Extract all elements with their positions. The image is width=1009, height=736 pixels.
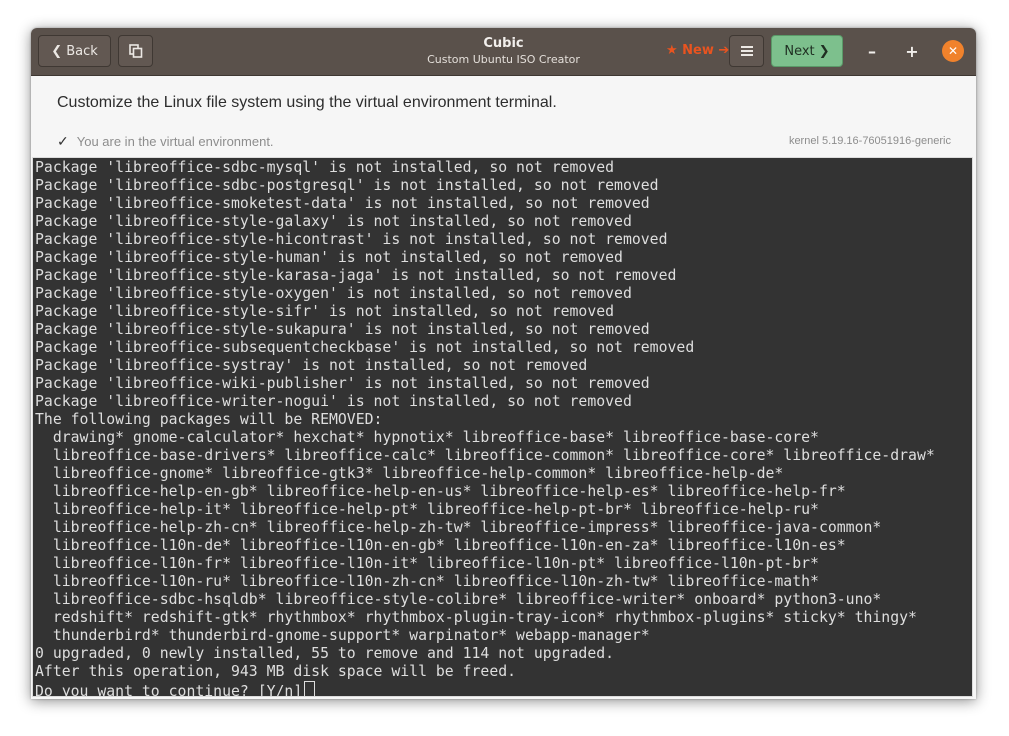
page-instruction: Customize the Linux file system using th… xyxy=(57,94,557,112)
minimize-icon: – xyxy=(868,42,876,61)
environment-status: ✓ You are in the virtual environment. xyxy=(57,133,274,150)
minimize-button[interactable]: – xyxy=(861,40,883,62)
virtual-environment-terminal[interactable]: Package 'libreoffice-sdbc-mysql' is not … xyxy=(32,157,973,697)
terminal-line: drawing* gnome-calculator* hexchat* hypn… xyxy=(35,429,972,447)
terminal-line: libreoffice-help-zh-cn* libreoffice-help… xyxy=(35,519,972,537)
terminal-line: libreoffice-l10n-de* libreoffice-l10n-en… xyxy=(35,537,972,555)
page-header: Customize the Linux file system using th… xyxy=(31,76,976,157)
app-subtitle: Custom Ubuntu ISO Creator xyxy=(371,52,636,68)
terminal-line: Package 'libreoffice-style-karasa-jaga' … xyxy=(35,267,972,285)
cubic-window: ❮ Back Cubic Custom Ubuntu ISO Creator ★… xyxy=(31,28,976,699)
copy-button[interactable] xyxy=(118,35,153,67)
headerbar: ❮ Back Cubic Custom Ubuntu ISO Creator ★… xyxy=(31,28,976,76)
next-button-label: Next ❯ xyxy=(784,44,829,59)
terminal-line: libreoffice-base-drivers* libreoffice-ca… xyxy=(35,447,972,465)
title-block: Cubic Custom Ubuntu ISO Creator xyxy=(371,35,636,68)
app-title: Cubic xyxy=(371,35,636,52)
terminal-output: Package 'libreoffice-sdbc-mysql' is not … xyxy=(35,158,972,697)
maximize-button[interactable]: + xyxy=(901,40,923,62)
terminal-line: Package 'libreoffice-subsequentcheckbase… xyxy=(35,339,972,357)
terminal-line: Package 'libreoffice-style-sifr' is not … xyxy=(35,303,972,321)
terminal-line: libreoffice-l10n-ru* libreoffice-l10n-zh… xyxy=(35,573,972,591)
maximize-icon: + xyxy=(905,42,918,61)
next-button[interactable]: Next ❯ xyxy=(771,35,843,67)
terminal-line: Package 'libreoffice-wiki-publisher' is … xyxy=(35,375,972,393)
terminal-line: Package 'libreoffice-style-human' is not… xyxy=(35,249,972,267)
terminal-line: Package 'libreoffice-sdbc-mysql' is not … xyxy=(35,159,972,177)
prompt-text: Do you want to continue? [Y/n] xyxy=(35,683,302,697)
terminal-line: thunderbird* thunderbird-gnome-support* … xyxy=(35,627,972,645)
new-project-link[interactable]: ★ New ➔ xyxy=(666,43,729,58)
check-icon: ✓ xyxy=(57,133,69,150)
terminal-line: Package 'libreoffice-style-oxygen' is no… xyxy=(35,285,972,303)
terminal-prompt: Do you want to continue? [Y/n] xyxy=(35,681,972,697)
back-button-label: ❮ Back xyxy=(51,44,98,59)
close-icon: ✕ xyxy=(948,44,958,58)
terminal-line: Package 'libreoffice-style-hicontrast' i… xyxy=(35,231,972,249)
terminal-line: Package 'libreoffice-smoketest-data' is … xyxy=(35,195,972,213)
close-button[interactable]: ✕ xyxy=(942,40,964,62)
terminal-line: libreoffice-sdbc-hsqldb* libreoffice-sty… xyxy=(35,591,972,609)
terminal-line: After this operation, 943 MB disk space … xyxy=(35,663,972,681)
terminal-line: redshift* redshift-gtk* rhythmbox* rhyth… xyxy=(35,609,972,627)
terminal-line: Package 'libreoffice-writer-nogui' is no… xyxy=(35,393,972,411)
terminal-line: libreoffice-gnome* libreoffice-gtk3* lib… xyxy=(35,465,972,483)
terminal-line: 0 upgraded, 0 newly installed, 55 to rem… xyxy=(35,645,972,663)
kernel-version: kernel 5.19.16-76051916-generic xyxy=(789,135,951,147)
status-text: You are in the virtual environment. xyxy=(77,134,274,149)
terminal-line: The following packages will be REMOVED: xyxy=(35,411,972,429)
terminal-line: libreoffice-help-en-gb* libreoffice-help… xyxy=(35,483,972,501)
terminal-cursor[interactable] xyxy=(304,681,315,697)
back-button[interactable]: ❮ Back xyxy=(38,35,111,67)
terminal-line: Package 'libreoffice-style-galaxy' is no… xyxy=(35,213,972,231)
terminal-line: Package 'libreoffice-sdbc-postgresql' is… xyxy=(35,177,972,195)
menu-button[interactable] xyxy=(729,35,764,67)
hamburger-menu-icon xyxy=(741,45,753,57)
terminal-line: Package 'libreoffice-style-sukapura' is … xyxy=(35,321,972,339)
copy-icon xyxy=(129,44,143,58)
terminal-line: libreoffice-help-it* libreoffice-help-pt… xyxy=(35,501,972,519)
terminal-line: libreoffice-l10n-fr* libreoffice-l10n-it… xyxy=(35,555,972,573)
terminal-line: Package 'libreoffice-systray' is not ins… xyxy=(35,357,972,375)
